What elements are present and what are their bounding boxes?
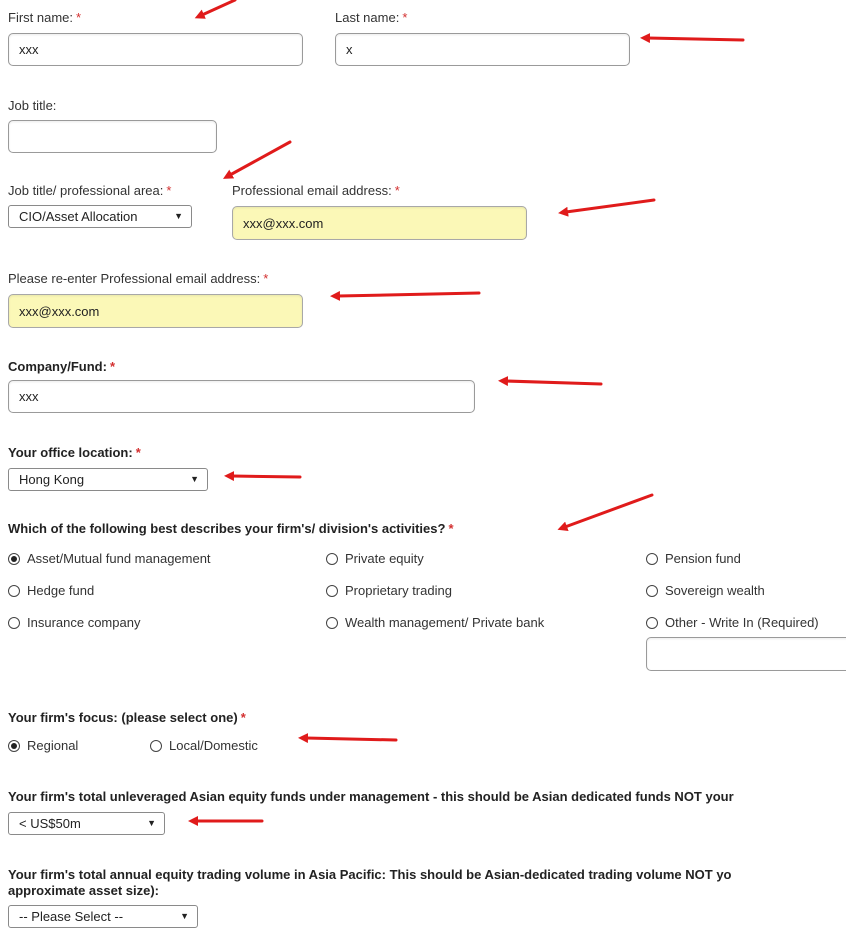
radio-icon[interactable]	[8, 552, 20, 565]
red-arrow-icon	[298, 733, 398, 744]
first-name-label: First name: *	[8, 10, 82, 25]
radio-icon[interactable]	[8, 584, 20, 597]
radio-icon[interactable]	[8, 616, 20, 629]
trading-volume-label-line2: approximate asset size):	[8, 883, 160, 898]
radio-icon[interactable]	[646, 584, 658, 597]
chevron-down-icon: ▼	[180, 911, 189, 921]
radio-icon[interactable]	[326, 616, 338, 629]
office-location-select[interactable]: Hong Kong ▼	[8, 468, 208, 491]
activity-option[interactable]: Hedge fund	[8, 583, 94, 598]
trading-volume-select[interactable]: -- Please Select -- ▼	[8, 905, 198, 928]
other-write-in-input[interactable]	[646, 637, 846, 671]
activity-option[interactable]: Insurance company	[8, 615, 140, 630]
activities-label: Which of the following best describes yo…	[8, 521, 454, 536]
activity-option[interactable]: Asset/Mutual fund management	[8, 551, 211, 566]
job-title-input[interactable]	[8, 120, 217, 153]
company-input[interactable]	[8, 380, 475, 413]
professional-area-label: Job title/ professional area: *	[8, 183, 172, 198]
email-confirm-label: Please re-enter Professional email addre…	[8, 271, 269, 286]
chevron-down-icon: ▼	[174, 211, 183, 221]
red-arrow-icon	[194, 0, 237, 19]
last-name-input[interactable]	[335, 33, 630, 66]
aum-label: Your firm's total unleveraged Asian equi…	[8, 789, 734, 804]
trading-volume-value: -- Please Select --	[19, 909, 124, 924]
email-input[interactable]	[232, 206, 527, 240]
focus-option[interactable]: Regional	[8, 738, 78, 753]
office-location-label: Your office location: *	[8, 445, 141, 460]
red-arrow-icon	[222, 140, 292, 179]
focus-label: Your firm's focus: (please select one) *	[8, 710, 246, 725]
activity-option[interactable]: Pension fund	[646, 551, 741, 566]
radio-icon[interactable]	[646, 552, 658, 565]
first-name-input[interactable]	[8, 33, 303, 66]
activity-option[interactable]: Sovereign wealth	[646, 583, 765, 598]
radio-icon[interactable]	[8, 739, 20, 752]
red-arrow-icon	[498, 376, 603, 387]
last-name-label: Last name: *	[335, 10, 408, 25]
trading-volume-label: Your firm's total annual equity trading …	[8, 867, 732, 882]
activity-option[interactable]: Private equity	[326, 551, 424, 566]
chevron-down-icon: ▼	[147, 818, 156, 828]
aum-select[interactable]: < US$50m ▼	[8, 812, 165, 835]
radio-icon[interactable]	[646, 616, 658, 629]
red-arrow-icon	[558, 198, 656, 217]
professional-area-select[interactable]: CIO/Asset Allocation ▼	[8, 205, 192, 228]
activity-option[interactable]: Other - Write In (Required)	[646, 615, 846, 630]
job-title-label: Job title:	[8, 98, 57, 113]
radio-icon[interactable]	[150, 739, 162, 752]
company-label: Company/Fund: *	[8, 359, 115, 374]
focus-option[interactable]: Local/Domestic	[150, 738, 258, 753]
radio-icon[interactable]	[326, 584, 338, 597]
activity-option[interactable]: Proprietary trading	[326, 583, 452, 598]
office-location-value: Hong Kong	[19, 472, 85, 487]
activity-option[interactable]: Wealth management/ Private bank	[326, 615, 544, 630]
email-confirm-input[interactable]	[8, 294, 303, 328]
chevron-down-icon: ▼	[190, 474, 199, 484]
red-arrow-icon	[640, 33, 745, 44]
red-arrow-icon	[330, 290, 481, 301]
aum-value: < US$50m	[19, 816, 81, 831]
email-label: Professional email address: *	[232, 183, 400, 198]
radio-icon[interactable]	[326, 552, 338, 565]
red-arrow-icon	[224, 471, 302, 482]
professional-area-value: CIO/Asset Allocation	[19, 209, 138, 224]
red-arrow-icon	[557, 493, 654, 532]
